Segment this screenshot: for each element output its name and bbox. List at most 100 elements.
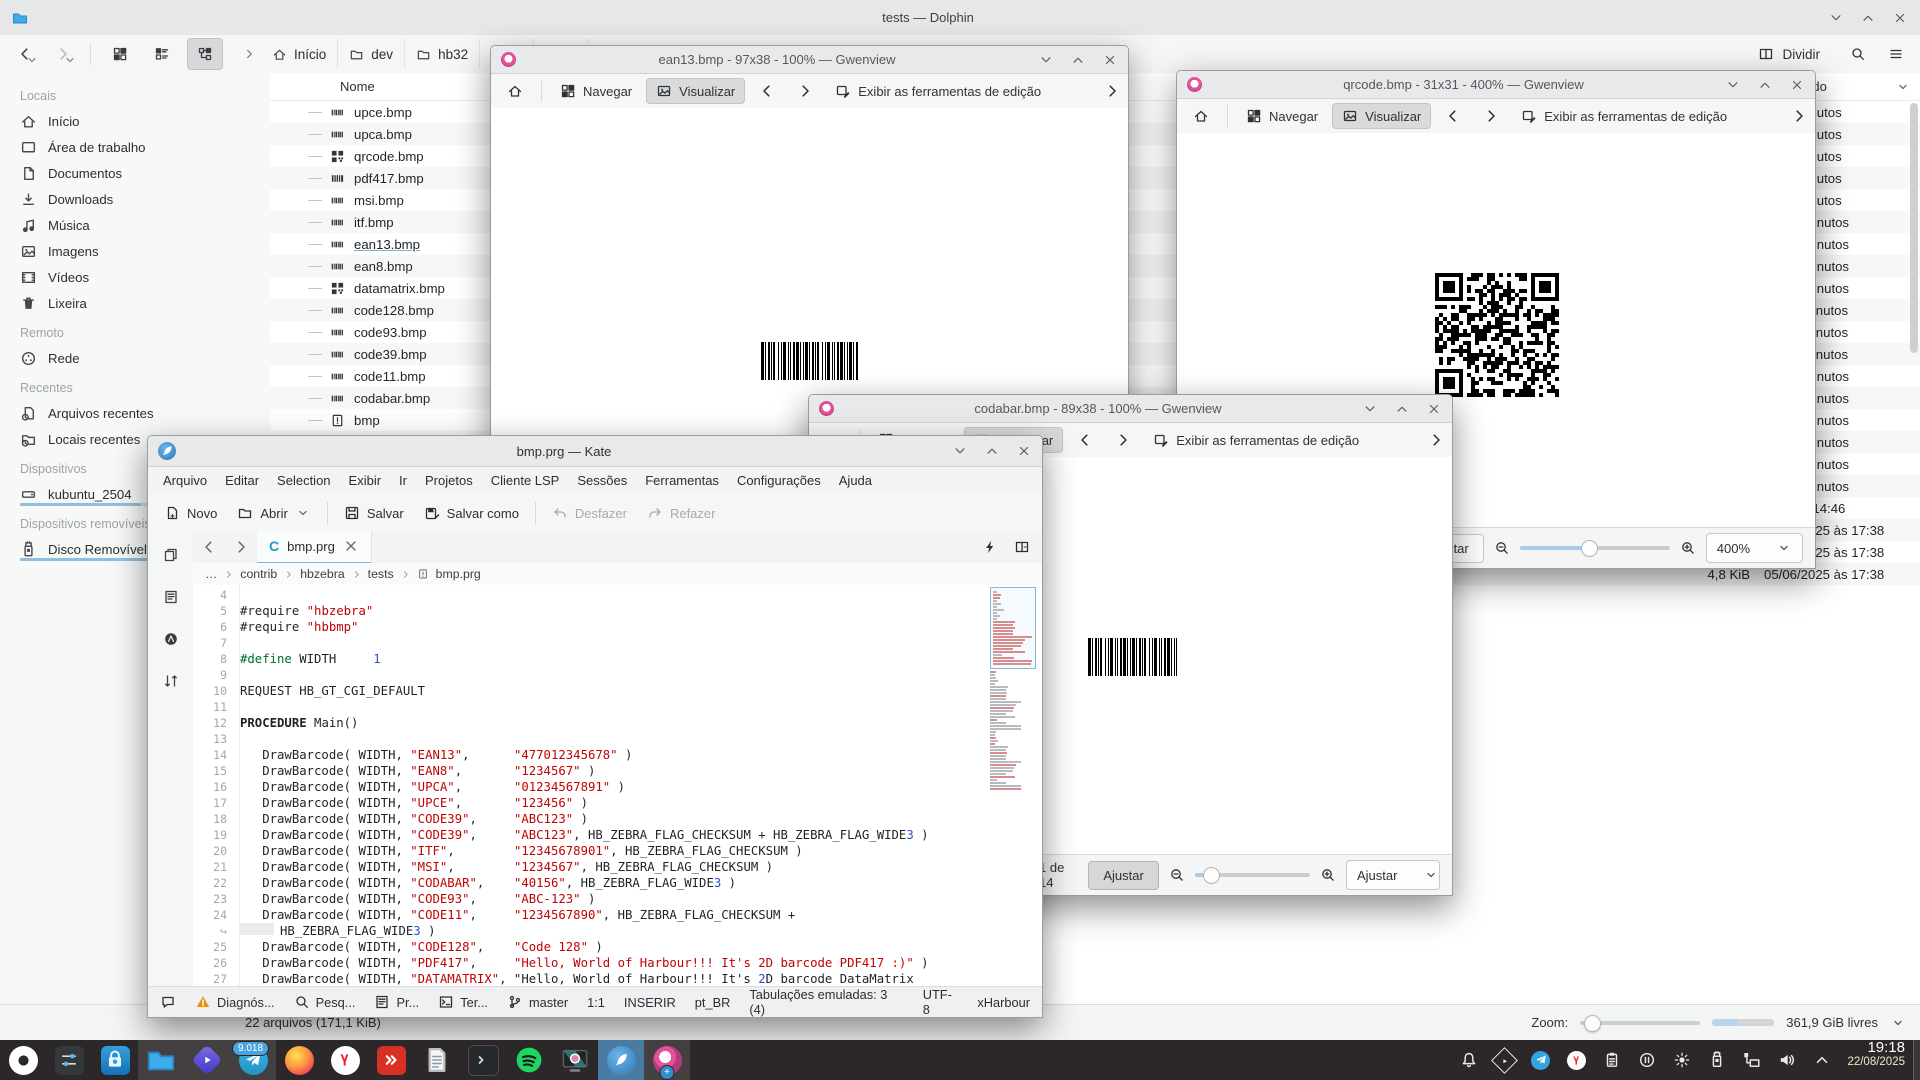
close-icon[interactable] [1102,52,1118,68]
maximize-icon[interactable] [1394,401,1410,417]
menu-configurações[interactable]: Configurações [728,473,830,488]
taskbar-discover[interactable] [92,1040,138,1080]
menu-ir[interactable]: Ir [390,473,416,488]
tab-close-icon[interactable] [343,538,359,554]
taskbar-gwenview[interactable]: + [644,1040,690,1080]
menu-sessões[interactable]: Sessões [568,473,636,488]
previous-button[interactable] [1069,427,1101,453]
forward-button[interactable] [48,40,78,68]
tray-volume-icon[interactable] [1778,1051,1796,1069]
insert-mode[interactable]: INSERIR [624,995,676,1010]
taskbar-spectacle[interactable] [552,1040,598,1080]
toolbar-overflow-icon[interactable] [1104,83,1120,99]
minimize-icon[interactable] [1038,52,1054,68]
taskbar-writer[interactable] [414,1040,460,1080]
tray-updates-paused-icon[interactable] [1638,1051,1656,1069]
taskbar-anydesk[interactable] [368,1040,414,1080]
back-button[interactable] [10,40,40,68]
taskbar-media-player[interactable] [184,1040,230,1080]
home-button[interactable] [1185,103,1217,129]
tray-clipboard-icon[interactable] [1603,1051,1621,1069]
menu-ferramentas[interactable]: Ferramentas [636,473,728,488]
search-button[interactable]: Pesq... [294,994,356,1010]
view-button[interactable]: Visualizar [646,78,745,104]
taskbar-system-settings[interactable] [46,1040,92,1080]
tree-view-button[interactable] [187,38,223,70]
next-button[interactable] [1107,427,1139,453]
show-desktop-button[interactable] [1913,1040,1920,1080]
maximize-icon[interactable] [1860,10,1876,26]
zoom-slider[interactable] [1520,546,1670,550]
sidebar-item-imagens[interactable]: Imagens [0,238,270,264]
zoom-slider[interactable] [1580,1021,1700,1025]
details-view-button[interactable] [145,39,179,69]
tab-settings[interactable]: Tabulações emuladas: 3 (4) [749,987,903,1017]
home-button[interactable] [499,78,531,104]
free-space-chevron-icon[interactable] [1890,1015,1906,1031]
save-button[interactable]: Salvar [336,499,412,527]
taskbar-dolphin[interactable] [138,1040,184,1080]
breadcrumb-item[interactable]: tests [368,567,394,581]
tray-brightness-icon[interactable] [1673,1051,1691,1069]
next-button[interactable] [789,78,821,104]
sidebar-item-arquivos-recentes[interactable]: Arquivos recentes [0,400,270,426]
zoom-select[interactable]: Ajustar [1346,860,1440,890]
menu-projetos[interactable]: Projetos [416,473,482,488]
sidebar-item-documentos[interactable]: Documentos [0,160,270,186]
symbols-panel-icon[interactable] [163,589,179,605]
git-branch[interactable]: master [507,994,568,1010]
breadcrumb-item[interactable]: contrib [240,567,277,581]
browse-button[interactable]: Navegar [1238,103,1326,129]
menu-exibir[interactable]: Exibir [340,473,391,488]
menu-editar[interactable]: Editar [216,473,268,488]
git-panel-icon[interactable] [163,631,179,647]
scrollbar[interactable] [1910,103,1918,353]
zoom-out-icon[interactable] [1494,540,1510,556]
tray-notifications-icon[interactable] [1460,1051,1478,1069]
breadcrumb-item[interactable]: bmp.prg [436,567,481,581]
sidebar-item-rede[interactable]: Rede [0,345,270,371]
new-button[interactable]: Novo [156,499,225,527]
tray-yandex-icon[interactable] [1567,1051,1586,1070]
edit-tools-button[interactable]: Exibir as ferramentas de edição [1513,103,1735,129]
breadcrumb-item-início[interactable]: Início [261,39,338,69]
search-icon[interactable] [1850,46,1866,62]
close-icon[interactable] [1892,10,1908,26]
breadcrumb-item[interactable]: hbzebra [300,567,344,581]
sidebar-item-área-de-trabalho[interactable]: Área de trabalho [0,134,270,160]
zoom-in-icon[interactable] [1320,867,1336,883]
taskbar-telegram[interactable]: 9.018 [230,1040,276,1080]
zoom-in-icon[interactable] [1680,540,1696,556]
breadcrumb-item-dev[interactable]: dev [338,39,405,69]
toolbar-overflow-icon[interactable] [1791,108,1807,124]
minimize-icon[interactable] [1828,10,1844,26]
sidebar-item-lixeira[interactable]: Lixeira [0,290,270,316]
minimize-icon[interactable] [952,443,968,459]
edit-tools-button[interactable]: Exibir as ferramentas de edição [827,78,1049,104]
zoom-select[interactable]: 400% [1706,533,1803,563]
previous-button[interactable] [751,78,783,104]
maximize-icon[interactable] [1070,52,1086,68]
minimap[interactable] [990,587,1036,981]
browse-button[interactable]: Navegar [552,78,640,104]
taskbar-yandex-browser[interactable] [322,1040,368,1080]
view-button[interactable]: Visualizar [1332,103,1431,129]
save-as-button[interactable]: Salvar como [416,499,527,527]
sidebar-item-downloads[interactable]: Downloads [0,186,270,212]
output-icon[interactable] [160,994,176,1010]
previous-button[interactable] [1437,103,1469,129]
tray-expand-icon[interactable] [1813,1051,1831,1069]
hamburger-menu-icon[interactable] [1888,46,1904,62]
syntax-mode[interactable]: xHarbour [977,995,1030,1010]
tray-media-icon[interactable] [1495,1051,1514,1070]
tab-bmp-prg[interactable]: C bmp.prg [257,531,372,564]
toolbar-overflow-icon[interactable] [1428,432,1444,448]
undo-button[interactable]: Desfazer [544,499,635,527]
sidebar-item-música[interactable]: Música [0,212,270,238]
taskbar-spotify[interactable] [506,1040,552,1080]
icons-view-button[interactable] [103,39,137,69]
taskbar-firefox[interactable] [276,1040,322,1080]
split-view-icon[interactable] [1014,539,1030,555]
documents-panel-icon[interactable] [163,547,179,563]
breadcrumb-item-hb32[interactable]: hb32 [405,39,480,69]
